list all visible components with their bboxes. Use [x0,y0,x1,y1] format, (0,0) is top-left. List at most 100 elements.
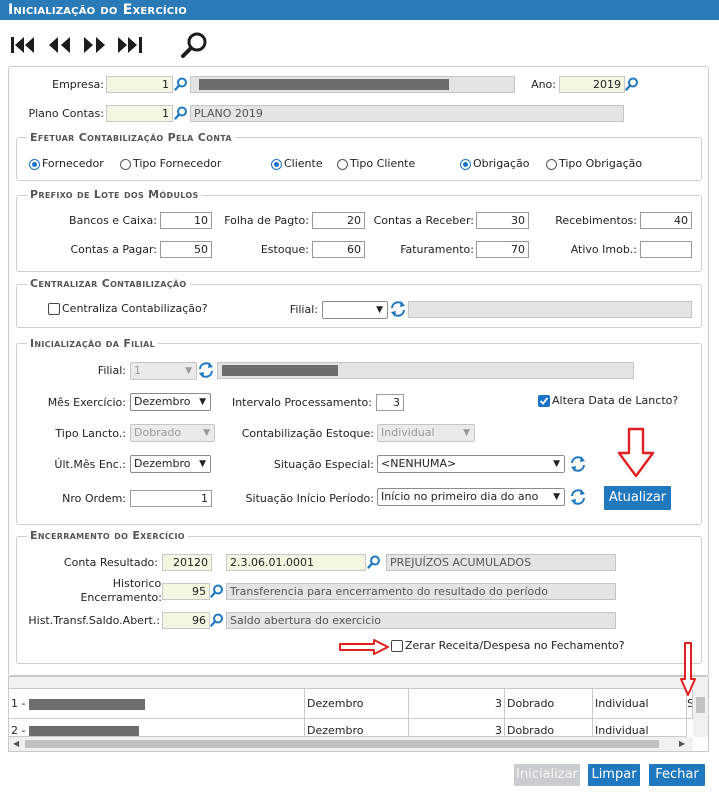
limpar-button[interactable]: Limpar [588,764,640,786]
first-record-icon[interactable] [11,37,34,53]
refresh-icon[interactable] [570,488,586,506]
fechar-button[interactable]: Fechar [649,764,705,786]
recebimentos-label: Recebimentos: [555,214,637,227]
folha-input[interactable]: 20 [312,212,365,229]
scroll-right-icon[interactable]: ▶ [679,737,685,751]
tipo-lancto-select[interactable]: Dobrado ▼ [130,424,215,442]
radio-tipo-obrigacao[interactable]: Tipo Obrigação [546,157,666,171]
ativo-input[interactable] [640,241,692,258]
chevron-down-icon: ▼ [553,459,560,469]
search-icon[interactable] [180,31,210,59]
refresh-icon[interactable] [570,455,586,473]
grid-horizontal-scrollbar[interactable]: ◀ ▶ [9,737,693,751]
grid-row-1-tipo[interactable]: Dobrado [505,689,593,719]
radio-tipo-fornecedor[interactable]: Tipo Fornecedor [120,157,240,171]
atualizar-button[interactable]: Atualizar [604,486,671,510]
faturamento-label: Faturamento: [400,243,474,256]
chevron-down-icon: ▼ [376,305,383,315]
grid-row-2-tipo[interactable]: Dobrado [505,719,593,737]
filial-select[interactable]: 1 ▼ [130,362,197,380]
radio-fornecedor[interactable]: Fornecedor [29,157,129,171]
table-cell[interactable]: 2 - [9,719,305,737]
radio-dot[interactable] [29,158,40,170]
centralizar-filial-select[interactable]: ▼ [322,301,388,319]
ano-lookup-icon[interactable] [625,77,639,91]
intervalo-label: Intervalo Processamento: [231,396,372,409]
pagar-label: Contas a Pagar: [70,243,157,256]
transf-lookup-icon[interactable] [210,613,224,627]
recebimentos-input[interactable]: 40 [640,212,692,229]
conta-lookup-icon[interactable] [367,555,381,569]
grid-row-1-mes[interactable]: Dezembro [305,689,409,719]
historico-lookup-icon[interactable] [210,584,224,598]
intervalo-input[interactable]: 3 [376,394,404,411]
radio-tipo-cliente[interactable]: Tipo Cliente [337,157,437,171]
grid-row-2-mes[interactable]: Dezembro [305,719,409,737]
bancos-label: Bancos e Caixa: [69,214,157,227]
radio-obrigacao[interactable]: Obrigação [460,157,550,171]
scrollbar-thumb[interactable] [25,740,659,748]
zerar-receita-checkbox[interactable] [391,640,403,652]
inicializar-button[interactable]: Inicializar [514,764,580,786]
radio-obrigacao-label: Obrigação [473,157,530,170]
scrollbar-thumb[interactable] [696,697,705,713]
zerar-receita-label: Zerar Receita/Despesa no Fechamento? [405,639,625,652]
next-record-icon[interactable] [84,37,105,53]
radio-dot[interactable] [460,158,471,170]
refresh-icon[interactable] [390,300,406,318]
grid-row-2-estoque[interactable]: Individual [593,719,687,737]
contab-estoque-select[interactable]: Individual ▼ [377,424,475,442]
grid-row-1-estoque[interactable]: Individual [593,689,687,719]
radio-dot[interactable] [337,158,348,170]
tipo-lancto-value: Dobrado [134,426,182,439]
sit-inicio-select[interactable]: Início no primeiro dia do ano ▼ [377,488,565,506]
pagar-input[interactable]: 50 [160,241,212,258]
redacted-block [28,698,145,710]
last-record-icon[interactable] [118,37,142,53]
conta-name-field: PREJUÍZOS ACUMULADOS [386,554,616,571]
grid-row-1-intervalo[interactable]: 3 [409,689,505,719]
transf-code-input[interactable]: 96 [162,612,210,629]
nro-ordem-input[interactable]: 1 [130,490,212,507]
grid-row-2-intervalo[interactable]: 3 [409,719,505,737]
transf-desc-field: Saldo abertura do exercicio [226,612,616,629]
estoque-input[interactable]: 60 [312,241,365,258]
centralizar-filial-name [408,301,692,318]
conta-code-input[interactable]: 20120 [162,554,212,571]
empresa-lookup-icon[interactable] [174,77,188,91]
scroll-left-icon[interactable]: ◀ [13,737,19,751]
table-cell[interactable]: 1 - [9,689,305,719]
refresh-icon[interactable] [198,361,214,379]
radio-fornecedor-label: Fornecedor [42,157,104,170]
bancos-input[interactable]: 10 [160,212,212,229]
radio-tipo-obrigacao-label: Tipo Obrigação [559,157,643,170]
plano-name-field: PLANO 2019 [190,105,624,122]
annotation-arrow-icon [680,641,696,697]
altera-data-checkbox[interactable] [538,395,550,407]
centraliza-checkbox[interactable] [48,303,60,315]
historico-desc-field: Transferencia para encerramento do resul… [226,583,616,600]
historico-code-input[interactable]: 95 [162,583,210,600]
radio-dot[interactable] [271,158,282,170]
encerramento-legend: Encerramento do Exercício [27,530,188,542]
empresa-code-input[interactable]: 1 [106,76,173,93]
faturamento-input[interactable]: 70 [476,241,529,258]
plano-code-input[interactable]: 1 [106,105,173,122]
radio-dot[interactable] [546,158,557,170]
sit-especial-label: Situação Especial: [273,458,374,471]
ult-mes-select[interactable]: Dezembro ▼ [130,455,211,473]
sit-especial-select[interactable]: <NENHUMA> ▼ [377,455,565,473]
conta-number-input[interactable]: 2.3.06.01.0001 [226,554,366,571]
receber-input[interactable]: 30 [476,212,529,229]
conta-resultado-label: Conta Resultado: [63,556,158,569]
previous-record-icon[interactable] [49,37,70,53]
centralizar-filial-label: Filial: [289,303,318,316]
window-title: Inicialização do Exercício [0,0,719,20]
plano-lookup-icon[interactable] [174,106,188,120]
empresa-label: Empresa: [52,78,104,91]
grid-header [9,677,691,689]
mes-exercicio-select[interactable]: Dezembro ▼ [130,393,211,411]
ano-input[interactable]: 2019 [559,76,625,93]
plano-contas-label: Plano Contas: [28,107,104,120]
radio-dot[interactable] [120,158,131,170]
